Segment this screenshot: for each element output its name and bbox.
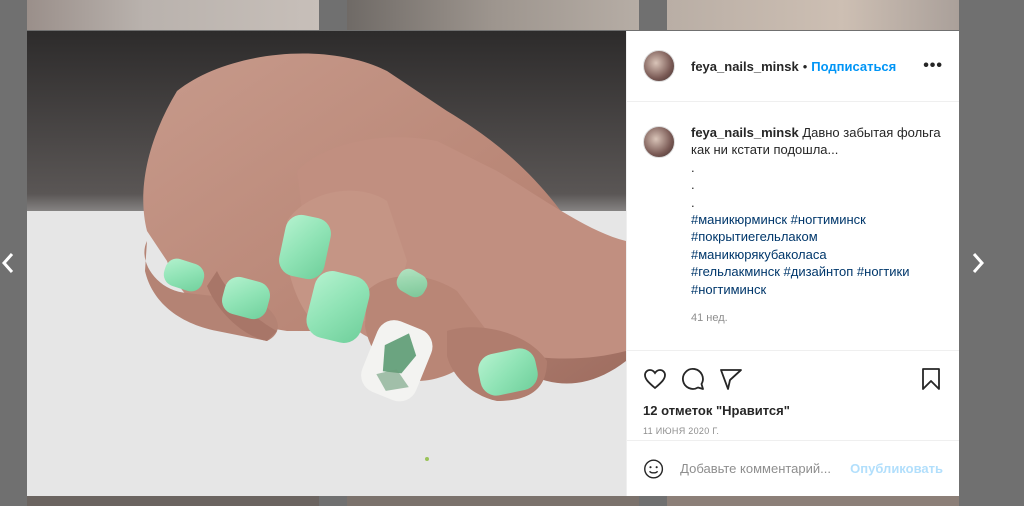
- follow-button[interactable]: Подписаться: [811, 59, 896, 74]
- background-thumbnail: [347, 0, 639, 30]
- post-photo: [27, 31, 626, 496]
- avatar[interactable]: [643, 126, 675, 158]
- caption-dot: .: [691, 177, 695, 193]
- comment-bubble-icon[interactable]: [681, 367, 705, 391]
- likes-count[interactable]: 12 отметок "Нравится": [643, 403, 943, 418]
- action-bar: 12 отметок "Нравится" 11 ИЮНЯ 2020 Г.: [627, 350, 959, 440]
- caption-section: feya_nails_minsk Давно забытая фольга ка…: [627, 102, 959, 350]
- background-thumbnail: [667, 496, 959, 506]
- bookmark-icon[interactable]: [919, 367, 943, 391]
- post-header: feya_nails_minsk • Подписаться •••: [627, 31, 959, 102]
- comment-input[interactable]: [680, 461, 851, 476]
- separator-dot: •: [802, 58, 808, 74]
- chevron-right-icon: [972, 253, 985, 273]
- paper-plane-icon[interactable]: [719, 367, 743, 391]
- post-date: 11 ИЮНЯ 2020 Г.: [643, 426, 720, 436]
- post-modal: feya_nails_minsk • Подписаться ••• feya_…: [27, 31, 959, 496]
- smile-icon[interactable]: [643, 457, 664, 481]
- more-options-button[interactable]: •••: [923, 57, 943, 75]
- hashtag-line[interactable]: #маникюрминск #ногтиминск: [691, 211, 941, 228]
- hashtag-line[interactable]: #маникюрякубаколаса: [691, 246, 941, 263]
- comment-time[interactable]: 41 нед.: [691, 310, 941, 327]
- next-post-button[interactable]: [968, 248, 988, 278]
- hashtag-line[interactable]: #гельлакминск #дизайнтоп #ногтики: [691, 263, 941, 280]
- background-thumbnail: [27, 0, 319, 30]
- background-thumbnail: [667, 0, 959, 30]
- chevron-left-icon: [1, 253, 14, 273]
- hashtag-line[interactable]: #покрытиегельлаком: [691, 228, 941, 245]
- manicure-photo: [27, 31, 626, 496]
- caption-dot: .: [691, 159, 695, 175]
- publish-button[interactable]: Опубликовать: [850, 461, 943, 476]
- background-thumbnail: [347, 496, 639, 506]
- action-row: [643, 361, 943, 397]
- caption-username[interactable]: feya_nails_minsk: [691, 125, 799, 140]
- add-comment-bar: Опубликовать: [627, 440, 959, 496]
- caption-body: feya_nails_minsk Давно забытая фольга ка…: [691, 124, 941, 350]
- caption-dot: .: [691, 194, 695, 210]
- username-link[interactable]: feya_nails_minsk: [691, 59, 799, 74]
- heart-icon[interactable]: [643, 367, 667, 391]
- avatar[interactable]: [643, 50, 675, 82]
- post-sidebar: feya_nails_minsk • Подписаться ••• feya_…: [626, 31, 959, 496]
- previous-post-button[interactable]: [0, 248, 18, 278]
- hashtag-line[interactable]: #ногтиминск: [691, 281, 941, 298]
- background-thumbnail: [27, 496, 319, 506]
